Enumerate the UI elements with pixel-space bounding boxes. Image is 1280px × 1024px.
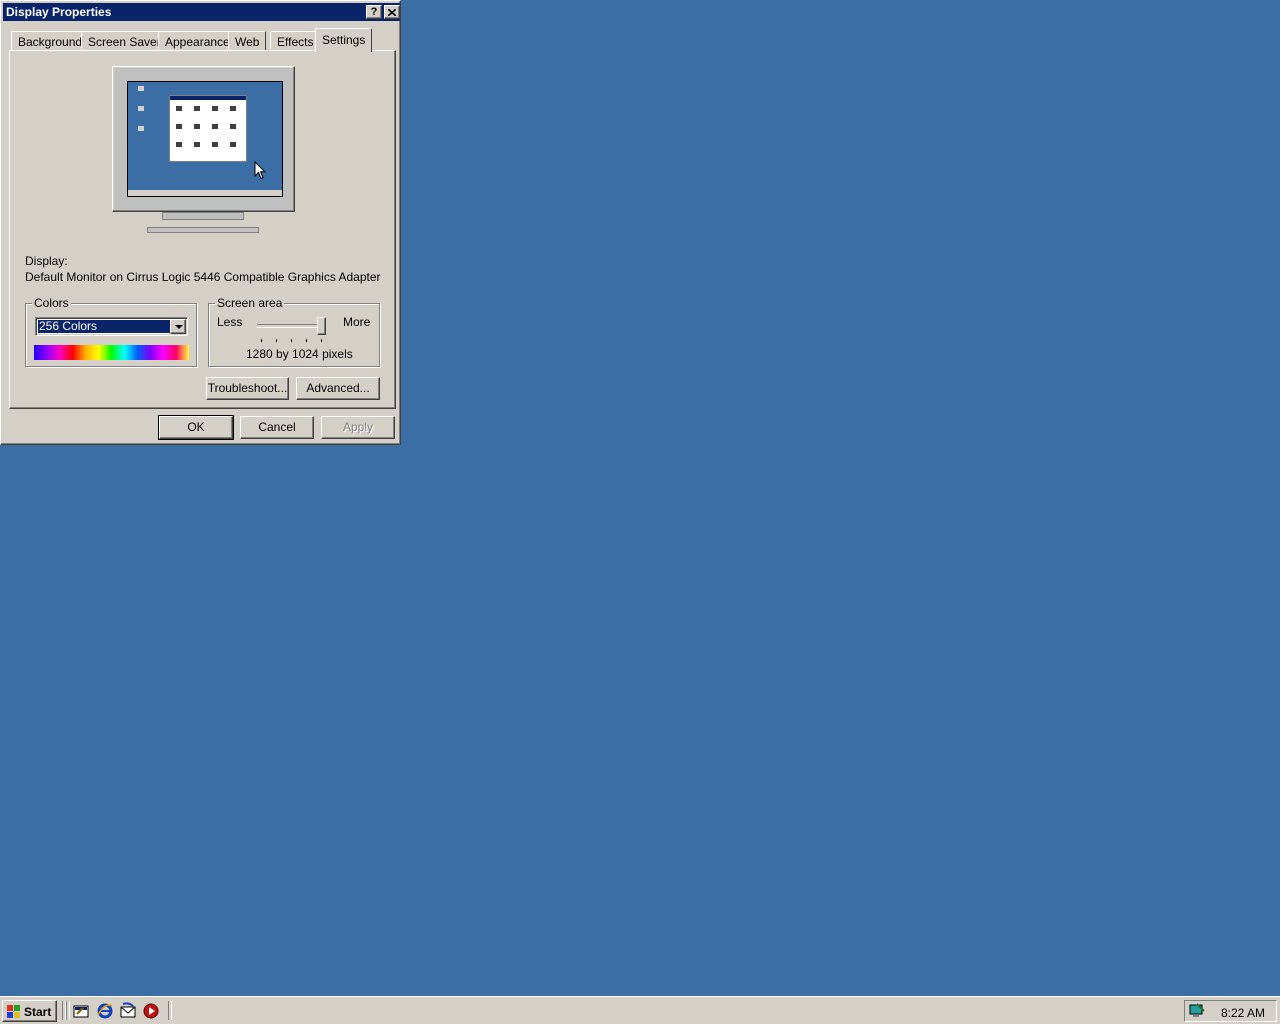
windows-logo-icon: [7, 1005, 20, 1018]
internet-explorer-icon[interactable]: [96, 1002, 114, 1020]
show-desktop-icon[interactable]: [72, 1002, 90, 1020]
colors-group: Colors 256 Colors: [25, 296, 197, 367]
screen-area-group: Screen area Less More 1280 by 1024 pixel…: [208, 296, 380, 367]
preview-taskbar: [128, 190, 282, 196]
resolution-text: 1280 by 1024 pixels: [246, 347, 353, 361]
chevron-down-icon[interactable]: [170, 319, 186, 334]
color-spectrum-bar: [34, 345, 189, 360]
system-tray: 8:22 AM: [1184, 1000, 1277, 1022]
tab-web[interactable]: Web: [228, 31, 267, 51]
monitor-stand: [162, 212, 244, 220]
screen-area-slider-track[interactable]: [257, 324, 325, 328]
display-properties-dialog: Display Properties ? Background Screen S…: [0, 0, 401, 445]
apply-button[interactable]: Apply: [321, 416, 395, 439]
more-label: More: [343, 315, 371, 329]
taskbar-separator: [168, 1001, 172, 1020]
help-button[interactable]: ?: [366, 5, 382, 19]
colors-legend: Colors: [32, 296, 71, 310]
display-settings-icon[interactable]: [1188, 1003, 1206, 1019]
display-label: Display:: [25, 254, 68, 268]
screen-area-slider-thumb[interactable]: [317, 317, 326, 335]
colors-dropdown[interactable]: 256 Colors: [35, 317, 188, 336]
media-player-icon[interactable]: [142, 1002, 160, 1020]
taskbar-separator: [66, 1001, 70, 1020]
ok-button[interactable]: OK: [158, 415, 234, 440]
clock[interactable]: 8:22 AM: [1221, 1006, 1265, 1020]
display-adapter-text: Default Monitor on Cirrus Logic 5446 Com…: [25, 270, 381, 284]
close-icon: [387, 8, 397, 17]
mouse-cursor-icon: [254, 161, 266, 180]
close-button[interactable]: [384, 5, 400, 19]
tab-settings[interactable]: Settings: [315, 28, 373, 52]
tab-appearance[interactable]: Appearance: [158, 31, 237, 51]
less-label: Less: [217, 315, 243, 329]
settings-panel: Display: Default Monitor on Cirrus Logic…: [9, 50, 396, 409]
start-label: Start: [24, 1005, 52, 1019]
outlook-express-icon[interactable]: [119, 1002, 137, 1020]
tab-effects[interactable]: Effects: [270, 31, 321, 51]
troubleshoot-button[interactable]: Troubleshoot...: [206, 377, 289, 400]
preview-window: [169, 95, 247, 162]
start-button[interactable]: Start: [2, 1000, 57, 1022]
tab-background[interactable]: Background: [11, 31, 90, 51]
window-title: Display Properties: [6, 5, 112, 19]
taskbar: Start 8:22 AM: [0, 996, 1280, 1024]
monitor-preview: [112, 66, 295, 212]
screen-area-legend: Screen area: [215, 296, 285, 310]
cancel-button[interactable]: Cancel: [240, 416, 314, 439]
colors-selected-value: 256 Colors: [38, 320, 171, 333]
tab-screen-saver[interactable]: Screen Saver: [81, 31, 168, 51]
advanced-button[interactable]: Advanced...: [296, 377, 380, 400]
monitor-base: [147, 227, 259, 233]
title-bar[interactable]: Display Properties ?: [3, 3, 400, 21]
